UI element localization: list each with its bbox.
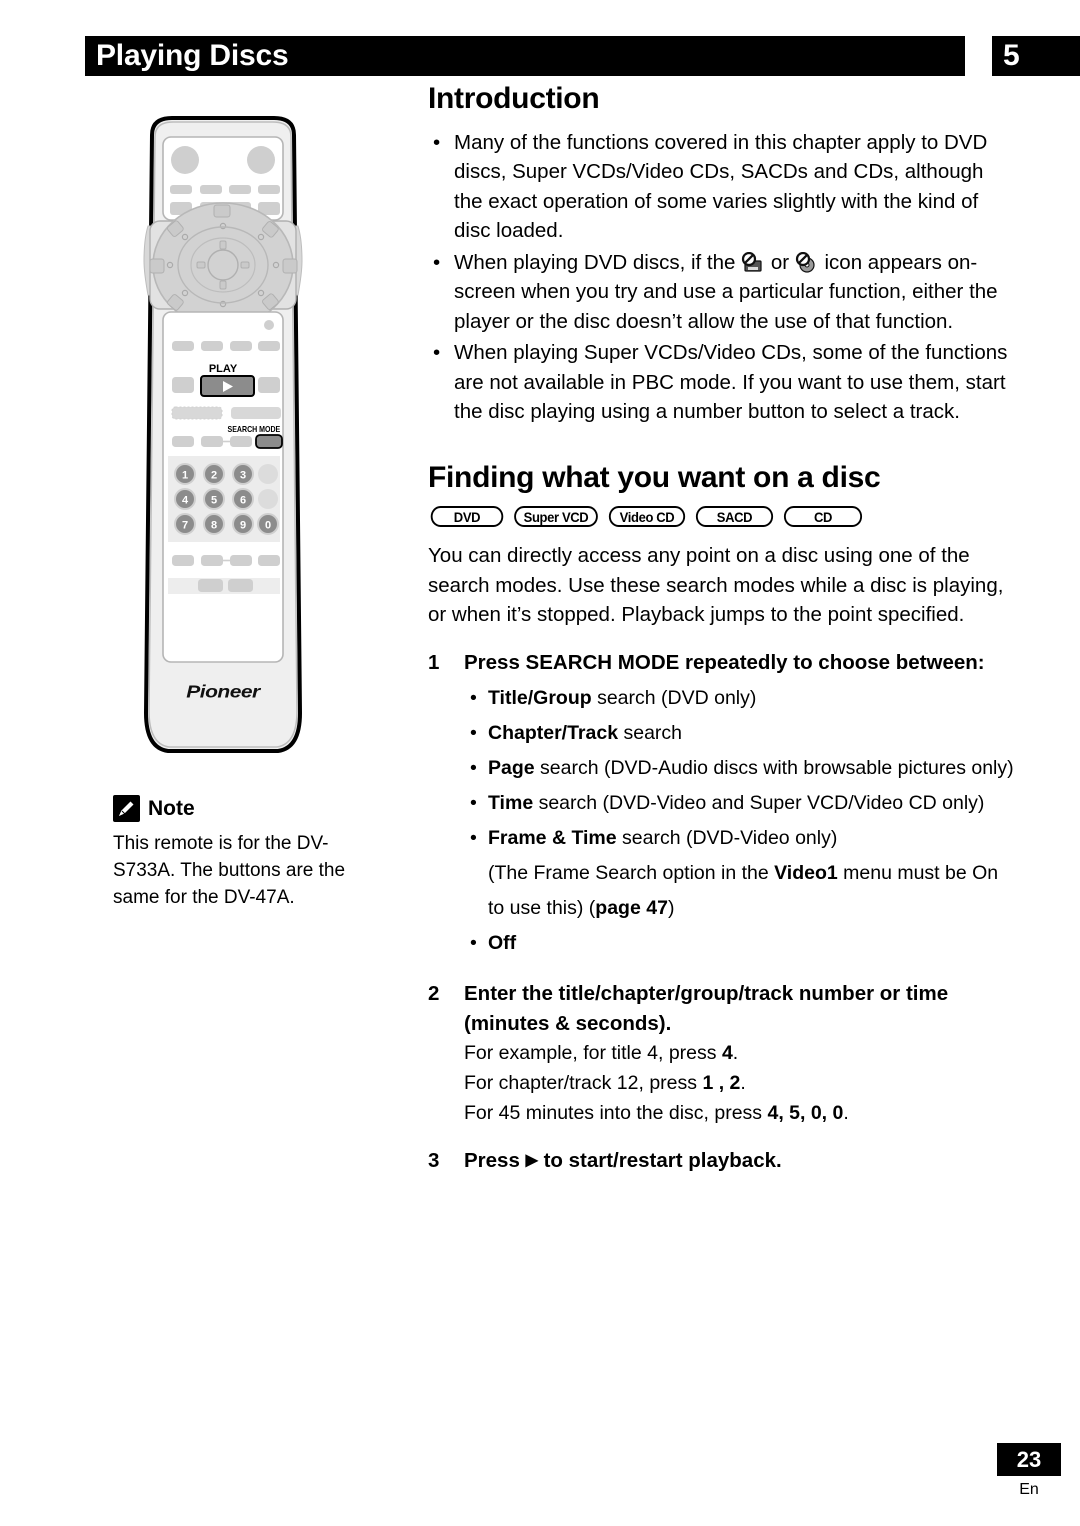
svg-text:Pioneer: Pioneer: [186, 683, 262, 702]
main-content-column: Introduction Many of the functions cover…: [428, 82, 1014, 1176]
disc-badge-super-vcd: Super VCD: [514, 506, 598, 528]
example-chapter-pre: For chapter/track 12, press: [464, 1072, 703, 1095]
step-3-title-post: to start/restart playback.: [537, 1149, 782, 1173]
remote-control-illustration: PLAY SEARCH MODE 1 2 3 4 5 6 7 8 9 0 Pio…: [128, 113, 318, 758]
example-title-key: 4: [721, 1042, 733, 1065]
note-block: Note This remote is for the DV-S733A. Th…: [113, 795, 385, 911]
option-frame-time-label: Frame & Time: [488, 827, 617, 850]
example-chapter-post: .: [740, 1072, 746, 1095]
note-page-number: 47: [646, 897, 668, 920]
no-tv-icon: [741, 251, 765, 274]
example-time-key: 4, 5, 0, 0: [767, 1102, 844, 1125]
bullet-functions: Many of the functions covered in this ch…: [428, 128, 1008, 246]
step-2-example-title: For example, for title 4, press 4.: [464, 1038, 1008, 1068]
option-time-label: Time: [488, 792, 534, 815]
svg-text:6: 6: [240, 495, 246, 507]
note-pre: (The Frame Search option in the: [488, 862, 775, 885]
note-post: ): [667, 897, 675, 920]
note-page-word: page: [595, 897, 641, 920]
example-time-pre: For 45 minutes into the disc, press: [464, 1102, 768, 1125]
example-time-post: .: [843, 1102, 849, 1125]
frame-search-note: (The Frame Search option in the Video1 m…: [464, 856, 1014, 926]
step-3-title-pre: Press: [464, 1149, 526, 1173]
chapter-number: 5: [1003, 39, 1020, 72]
example-title-pre: For example, for title 4, press: [464, 1042, 722, 1065]
page-header-bar: Playing Discs: [85, 36, 965, 76]
option-title-group-label: Title/Group: [488, 687, 592, 710]
svg-text:5: 5: [211, 495, 217, 507]
page-title: Playing Discs: [96, 39, 289, 72]
option-title-group: Title/Group search (DVD only): [464, 681, 1014, 716]
note-text: This remote is for the DV-S733A. The but…: [113, 833, 346, 908]
svg-text:7: 7: [182, 520, 188, 532]
disc-badge-cd: CD: [783, 506, 863, 528]
page-number-box: 23: [997, 1443, 1061, 1476]
introduction-bullet-list: Many of the functions covered in this ch…: [428, 128, 1008, 427]
bullet-pbc-text: When playing Super VCDs/Video CDs, some …: [454, 341, 1008, 424]
example-chapter-key: 1 , 2: [702, 1072, 741, 1095]
note-header: Note: [113, 795, 385, 822]
frame-search-note-text: (The Frame Search option in the Video1 m…: [488, 862, 998, 919]
page-number: 23: [1016, 1446, 1042, 1472]
disc-badge-sacd: SACD: [695, 506, 774, 528]
option-chapter-track-label: Chapter/Track: [488, 722, 619, 745]
option-frame-time-rest: search (DVD-Video only): [616, 827, 838, 850]
play-triangle-icon: ▶: [525, 1152, 538, 1170]
option-page-label: Page: [488, 757, 535, 780]
svg-text:8: 8: [211, 520, 217, 532]
bullet-icons: When playing DVD discs, if the or ic: [428, 248, 1008, 337]
option-off-label: Off: [488, 932, 517, 955]
chapter-number-box: 5: [992, 36, 1080, 76]
option-off: Off: [464, 926, 1014, 961]
example-title-post: .: [732, 1042, 739, 1065]
svg-text:1: 1: [182, 470, 188, 482]
bullet-icons-text-middle: or: [770, 250, 790, 274]
svg-text:4: 4: [182, 495, 189, 507]
step-2-number: 2: [428, 982, 440, 1006]
svg-text:0: 0: [265, 520, 271, 532]
svg-text:PLAY: PLAY: [209, 363, 238, 375]
step-2-title: Enter the title/chapter/group/track numb…: [464, 982, 949, 1035]
step-3: 3 Press ▶ to start/restart playback.: [428, 1146, 1008, 1176]
option-page-rest: search (DVD-Audio discs with browsable p…: [534, 757, 1014, 780]
bullet-pbc: When playing Super VCDs/Video CDs, some …: [428, 338, 1008, 427]
svg-text:SEARCH MODE: SEARCH MODE: [228, 425, 281, 435]
search-mode-options: Title/Group search (DVD only) Chapter/Tr…: [464, 681, 1014, 961]
step-1: 1 Press SEARCH MODE repeatedly to choose…: [428, 648, 1014, 962]
step-2-example-chapter: For chapter/track 12, press 1 , 2.: [464, 1068, 1008, 1098]
option-page: Page search (DVD-Audio discs with browsa…: [464, 751, 1014, 786]
svg-text:3: 3: [240, 470, 246, 482]
step-3-title: Press ▶ to start/restart playback.: [464, 1146, 1008, 1176]
option-chapter-track-rest: search: [618, 722, 683, 745]
disc-compatibility-badges: DVD Super VCD Video CD SACD CD: [428, 506, 1008, 528]
step-2: 2 Enter the title/chapter/group/track nu…: [428, 979, 1008, 1128]
page-language-code: En: [1019, 1481, 1039, 1498]
disc-badge-dvd: DVD: [430, 506, 504, 528]
introduction-heading: Introduction: [428, 82, 600, 115]
bullet-icons-text-before: When playing DVD discs, if the: [454, 250, 736, 274]
finding-paragraph: You can directly access any point on a d…: [428, 544, 1004, 627]
finding-heading: Finding what you want on a disc: [428, 460, 881, 494]
bullet-functions-text: Many of the functions covered in this ch…: [454, 130, 988, 243]
svg-text:9: 9: [240, 520, 246, 532]
step-1-title: Press SEARCH MODE repeatedly to choose b…: [464, 650, 985, 674]
option-chapter-track: Chapter/Track search: [464, 716, 1014, 751]
disc-badge-video-cd: Video CD: [608, 506, 686, 528]
no-disc-icon: [795, 251, 819, 274]
step-3-number: 3: [428, 1149, 440, 1173]
note-video1: Video1: [774, 862, 838, 885]
svg-text:2: 2: [211, 470, 217, 482]
option-time-rest: search (DVD-Video and Super VCD/Video CD…: [533, 792, 985, 815]
step-1-number: 1: [428, 650, 440, 674]
option-time: Time search (DVD-Video and Super VCD/Vid…: [464, 786, 1014, 821]
note-label: Note: [148, 796, 195, 820]
option-frame-time: Frame & Time search (DVD-Video only): [464, 821, 1014, 856]
step-2-example-time: For 45 minutes into the disc, press 4, 5…: [464, 1098, 1008, 1128]
pencil-icon: [113, 795, 140, 822]
option-title-group-rest: search (DVD only): [591, 687, 757, 710]
